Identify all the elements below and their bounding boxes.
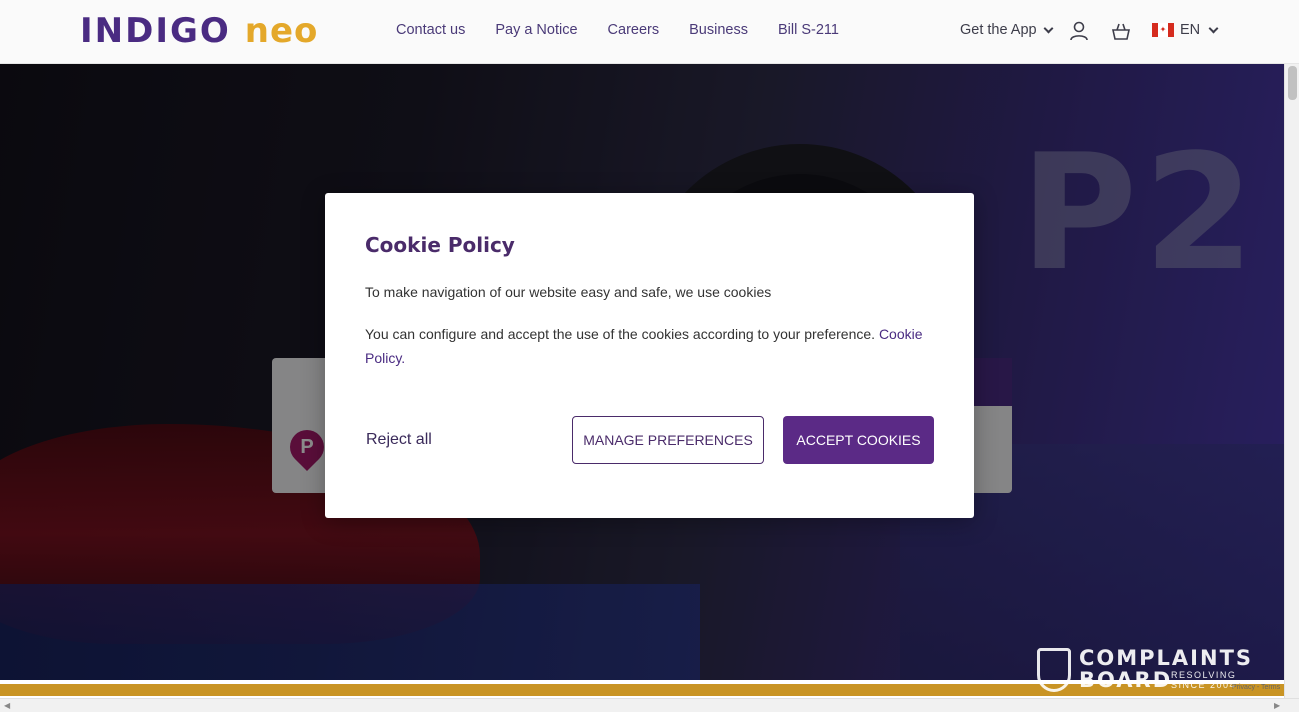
watermark-line1: COMPLAINTS <box>1079 646 1254 670</box>
nav-careers[interactable]: Careers <box>608 22 660 38</box>
language-selector[interactable]: ✦ EN <box>1152 22 1219 38</box>
watermark-tag1: RESOLVING <box>1171 670 1237 680</box>
language-label: EN <box>1180 22 1201 38</box>
complaints-board-watermark: COMPLAINTS BOARD RESOLVING SINCE 2004 <box>1037 646 1257 696</box>
reject-all-button[interactable]: Reject all <box>366 431 432 449</box>
get-app-dropdown[interactable]: Get the App <box>960 22 1054 38</box>
get-app-label: Get the App <box>960 22 1037 38</box>
cookie-policy-dialog: Cookie Policy To make navigation of our … <box>325 193 974 518</box>
manage-preferences-button[interactable]: MANAGE PREFERENCES <box>572 416 764 464</box>
chevron-down-icon <box>1043 23 1054 33</box>
shield-icon <box>1037 648 1071 692</box>
watermark-line2: BOARD <box>1079 668 1173 692</box>
chevron-down-icon <box>1208 23 1219 33</box>
dialog-title: Cookie Policy <box>365 233 515 257</box>
horizontal-scrollbar[interactable]: ◀ ▶ <box>0 698 1299 712</box>
nav-contact-us[interactable]: Contact us <box>396 22 465 38</box>
indigo-neo-logo[interactable]: INDIGO neo <box>80 11 319 51</box>
paragraph-2-text: You can configure and accept the use of … <box>365 326 876 342</box>
nav-bill-s211[interactable]: Bill S-211 <box>778 22 839 38</box>
logo-neo-text: neo <box>244 11 319 51</box>
site-header: INDIGO neo Contact us Pay a Notice Caree… <box>0 0 1299 64</box>
cart-icon[interactable] <box>1110 20 1132 42</box>
recaptcha-terms[interactable]: Privacy - Terms <box>1232 684 1280 691</box>
vertical-scrollbar[interactable] <box>1284 64 1299 698</box>
accept-cookies-button[interactable]: ACCEPT COOKIES <box>783 416 934 464</box>
dialog-paragraph-2: You can configure and accept the use of … <box>365 322 935 370</box>
logo-indigo-text: INDIGO <box>80 11 231 51</box>
main-nav: Contact us Pay a Notice Careers Business… <box>396 22 839 38</box>
canada-flag-icon: ✦ <box>1152 23 1174 37</box>
watermark-tag2: SINCE 2004 <box>1171 680 1237 690</box>
watermark-tagline: RESOLVING SINCE 2004 <box>1171 670 1236 690</box>
scrollbar-thumb[interactable] <box>1288 66 1297 100</box>
nav-pay-a-notice[interactable]: Pay a Notice <box>495 22 577 38</box>
dialog-paragraph-1: To make navigation of our website easy a… <box>365 284 772 300</box>
nav-business[interactable]: Business <box>689 22 748 38</box>
user-account-icon[interactable] <box>1068 20 1090 42</box>
scroll-left-icon[interactable]: ◀ <box>4 701 10 710</box>
scroll-right-icon[interactable]: ▶ <box>1274 701 1280 710</box>
